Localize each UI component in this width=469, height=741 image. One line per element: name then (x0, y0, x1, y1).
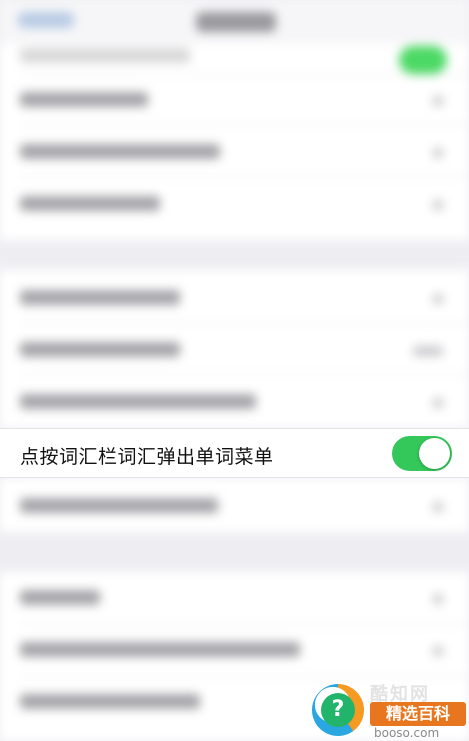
toggle-knob (419, 438, 450, 469)
word-menu-toggle-switch[interactable] (392, 436, 452, 471)
watermark-domain: booso.com (374, 726, 440, 740)
settings-screen: 点按词汇栏词汇弹出单词菜单 ? 酷知网 精选百科 booso.com (0, 0, 469, 741)
nav-bar (0, 0, 469, 44)
blurred-settings-list (0, 0, 469, 741)
watermark-badge: 精选百科 (370, 702, 466, 726)
nav-title (196, 12, 276, 32)
settings-section-2 (0, 270, 469, 428)
word-menu-setting-row: 点按词汇栏词汇弹出单词菜单 (0, 428, 469, 478)
word-menu-setting-label: 点按词汇栏词汇弹出单词菜单 (20, 446, 274, 468)
settings-section-2b (0, 478, 469, 532)
back-button[interactable] (18, 12, 74, 28)
question-mark-icon: ? (321, 693, 355, 727)
settings-section-1 (0, 44, 469, 240)
watermark: ? 酷知网 精选百科 booso.com (310, 680, 469, 741)
